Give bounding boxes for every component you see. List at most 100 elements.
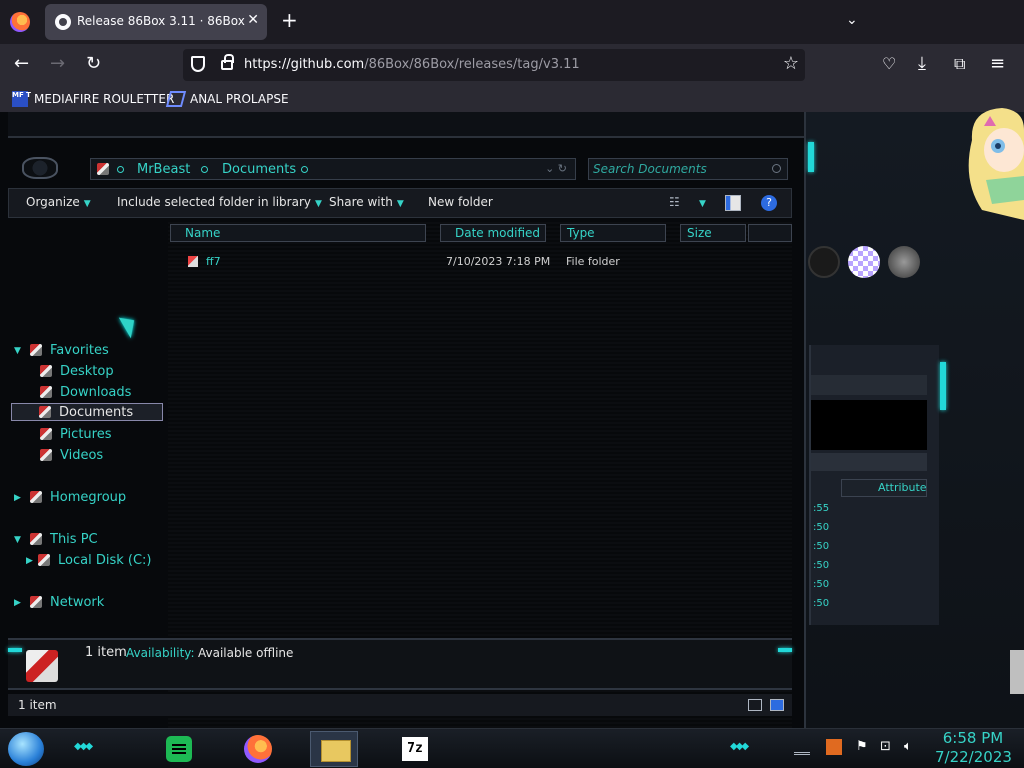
- expand-arrow-icon[interactable]: ▼: [14, 535, 21, 545]
- java-tray-icon[interactable]: [826, 739, 842, 755]
- nav-pictures[interactable]: Pictures: [40, 425, 111, 443]
- list-item: :50: [813, 560, 830, 571]
- breadcrumb-separator-icon[interactable]: [201, 166, 208, 173]
- new-folder-button[interactable]: New folder: [428, 195, 493, 209]
- avatar[interactable]: [848, 246, 880, 278]
- network-tray-icon[interactable]: ⊡: [880, 739, 896, 755]
- menu-hamburger-icon[interactable]: ≡: [990, 54, 1005, 74]
- action-center-flag-icon[interactable]: ⚑: [856, 739, 872, 755]
- large-icons-view-icon[interactable]: [770, 699, 784, 711]
- column-name[interactable]: Name: [170, 224, 426, 242]
- address-bar[interactable]: MrBeast Documents ⌄ ↻: [90, 158, 576, 180]
- details-view-icon[interactable]: [748, 699, 762, 711]
- sigma-icon: [165, 91, 187, 107]
- nav-this-pc[interactable]: This PC: [30, 530, 98, 548]
- background-window-bar: [811, 375, 927, 395]
- reload-icon[interactable]: ↻: [86, 54, 101, 74]
- view-dropdown-button[interactable]: ▼: [695, 195, 706, 209]
- taskbar-decoration: ◆◆◆: [74, 741, 93, 752]
- lock-icon[interactable]: [221, 54, 234, 70]
- availability-value: Available offline: [198, 646, 294, 660]
- column-date-modified[interactable]: Date modified: [440, 224, 546, 242]
- nav-favorites[interactable]: Favorites: [30, 341, 109, 359]
- firefox-logo-icon[interactable]: [10, 12, 30, 32]
- collapse-arrow-icon[interactable]: ▶: [14, 493, 21, 503]
- back-forward-orb-icon[interactable]: [22, 157, 58, 179]
- taskbar-clock[interactable]: 6:58 PM 7/22/2023: [935, 729, 1012, 767]
- tab-close-icon[interactable]: ✕: [247, 12, 259, 28]
- breadcrumb-separator-icon[interactable]: [117, 166, 124, 173]
- nav-local-disk[interactable]: Local Disk (C:): [38, 551, 151, 569]
- nav-homegroup[interactable]: Homegroup: [30, 488, 126, 506]
- extensions-icon[interactable]: ⧉: [954, 54, 965, 74]
- help-icon[interactable]: ?: [761, 195, 777, 211]
- background-window: Attributes :55 :50 :50 :50 :50 :50: [809, 345, 939, 625]
- column-type[interactable]: Type: [560, 224, 666, 242]
- include-in-library-button[interactable]: Include selected folder in library ▼: [117, 195, 322, 209]
- list-item: :50: [813, 541, 830, 552]
- share-label: Share with: [329, 195, 393, 209]
- column-size[interactable]: Size: [680, 224, 746, 242]
- taskbar-7zip[interactable]: 7z: [388, 731, 436, 767]
- pocket-icon[interactable]: ♡: [882, 54, 896, 74]
- nav-downloads-label: Downloads: [60, 384, 132, 400]
- forward-arrow-icon[interactable]: →: [50, 54, 65, 74]
- organize-button[interactable]: Organize ▼: [26, 195, 91, 209]
- tracking-shield-icon[interactable]: [191, 56, 205, 72]
- view-options-icon[interactable]: ☷: [669, 195, 685, 211]
- download-icon[interactable]: ⤓: [918, 54, 926, 74]
- tab-list-chevron-icon[interactable]: ⌄: [846, 12, 858, 28]
- caret-down-icon: ▼: [314, 199, 322, 209]
- breadcrumb-documents[interactable]: Documents: [222, 162, 296, 177]
- search-icon[interactable]: [772, 164, 781, 173]
- address-refresh-icon[interactable]: ⌄ ↻: [545, 162, 567, 175]
- bookmark-second[interactable]: ANAL PROLAPSE: [165, 90, 289, 108]
- glow-accent: [808, 142, 814, 172]
- file-date: 7/10/2023 7:18 PM: [446, 255, 551, 268]
- taskbar: ◆◆◆ 7z ◆◆◆ ⚑ ⊡ 🔈︎ 6:58 PM 7/22/2023: [0, 728, 1024, 768]
- table-row[interactable]: ff7 7/10/2023 7:18 PM File folder: [168, 252, 792, 272]
- tab-title: Release 86Box 3.11 · 86Box/86Box: [77, 14, 245, 28]
- page-scrollbar-thumb[interactable]: [1010, 650, 1024, 694]
- avatar[interactable]: [888, 246, 920, 278]
- breadcrumb-mrbeast[interactable]: MrBeast: [137, 162, 190, 177]
- avatar[interactable]: [808, 246, 840, 278]
- share-with-button[interactable]: Share with ▼: [329, 195, 404, 209]
- bookmark-label: MEDIAFIRE ROULETTER: [34, 92, 175, 106]
- nav-downloads[interactable]: Downloads: [40, 383, 131, 401]
- list-item: :55: [813, 503, 830, 514]
- url-bar[interactable]: https://github.com/86Box/86Box/releases/…: [183, 49, 805, 81]
- tab-github-release[interactable]: Release 86Box 3.11 · 86Box/86Box ✕: [45, 4, 267, 40]
- nav-desktop-label: Desktop: [60, 363, 114, 379]
- show-hidden-icons-icon[interactable]: [794, 739, 810, 755]
- collapse-arrow-icon[interactable]: ▶: [14, 598, 21, 608]
- url-text[interactable]: https://github.com/86Box/86Box/releases/…: [244, 57, 580, 72]
- bookmark-star-icon[interactable]: ☆: [783, 53, 799, 74]
- command-bar: Organize ▼ Include selected folder in lib…: [8, 188, 792, 218]
- search-box[interactable]: [588, 158, 788, 180]
- taskbar-spotify[interactable]: [154, 731, 202, 767]
- nav-desktop[interactable]: Desktop: [40, 362, 114, 380]
- taskbar-explorer[interactable]: [310, 731, 358, 767]
- bookmark-mediafire-rouletter[interactable]: MF T MEDIAFIRE ROULETTER: [12, 90, 174, 108]
- nav-videos[interactable]: Videos: [40, 446, 103, 464]
- background-window-dropdown: [811, 453, 927, 471]
- start-button[interactable]: [8, 732, 44, 766]
- clock-time: 6:58 PM: [942, 729, 1004, 747]
- taskbar-firefox[interactable]: [232, 731, 280, 767]
- nav-network[interactable]: Network: [30, 593, 104, 611]
- videos-icon: [40, 449, 52, 461]
- search-input[interactable]: [593, 161, 768, 177]
- preview-pane-icon[interactable]: [725, 195, 741, 211]
- list-item: :50: [813, 598, 830, 609]
- collapse-arrow-icon[interactable]: ▶: [26, 556, 33, 566]
- back-arrow-icon[interactable]: ←: [14, 54, 29, 74]
- new-tab-button[interactable]: +: [281, 10, 298, 30]
- breadcrumb-separator-icon[interactable]: [301, 166, 308, 173]
- list-item: :50: [813, 579, 830, 590]
- volume-icon[interactable]: 🔈︎: [904, 739, 920, 755]
- nav-documents[interactable]: Documents: [11, 403, 163, 421]
- caret-down-icon: ▼: [396, 199, 404, 209]
- expand-arrow-icon[interactable]: ▼: [14, 346, 21, 356]
- computer-icon: [30, 533, 42, 545]
